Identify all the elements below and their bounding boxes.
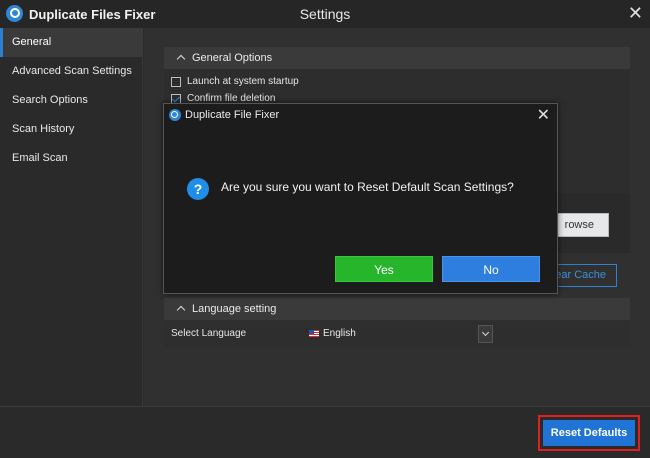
general-options-title: General Options [192,52,273,64]
dialog-close-icon[interactable]: ✕ [537,105,550,125]
chevron-up-icon [176,54,186,64]
no-button[interactable]: No [442,256,540,282]
language-setting-title: Language setting [192,303,277,315]
sidebar-item-email-scan[interactable]: Email Scan [0,144,142,173]
question-icon: ? [187,178,209,200]
yes-button[interactable]: Yes [335,256,433,282]
sidebar-item-advanced-scan-settings[interactable]: Advanced Scan Settings [0,57,142,86]
select-language-label: Select Language [171,328,247,339]
window-title: Settings [299,6,351,22]
language-setting-header[interactable]: Language setting [164,298,630,320]
us-flag-icon [309,330,319,337]
dialog-title: Duplicate File Fixer [185,109,280,121]
startup-option[interactable]: Launch at system startup [164,73,630,90]
sidebar-item-general[interactable]: General [0,28,142,57]
general-options-header[interactable]: General Options [164,47,630,69]
dialog-logo-icon [169,109,181,121]
chevron-down-icon[interactable] [478,325,493,343]
reset-defaults-highlight: Reset Defaults [538,415,640,451]
window-close-icon[interactable]: ✕ [628,3,643,24]
footer: Reset Defaults [0,406,650,458]
language-value: English [323,328,356,339]
dialog-message: Are you sure you want to Reset Default S… [221,180,514,194]
language-panel: Language setting [164,298,630,320]
reset-defaults-button[interactable]: Reset Defaults [543,420,635,446]
title-bar: Duplicate Files Fixer Settings ✕ [0,0,650,28]
sidebar-item-search-options[interactable]: Search Options [0,86,142,115]
chevron-up-icon [176,305,186,315]
language-select[interactable]: English [307,325,493,343]
startup-label: Launch at system startup [187,76,299,87]
sidebar-item-scan-history[interactable]: Scan History [0,115,142,144]
confirm-deletion-checkbox[interactable] [171,93,181,104]
sidebar: General Advanced Scan Settings Search Op… [0,28,143,406]
confirm-dialog: Duplicate File Fixer ✕ ? Are you sure yo… [163,103,558,294]
startup-checkbox[interactable] [171,76,181,87]
language-row: Select Language English [164,321,630,347]
